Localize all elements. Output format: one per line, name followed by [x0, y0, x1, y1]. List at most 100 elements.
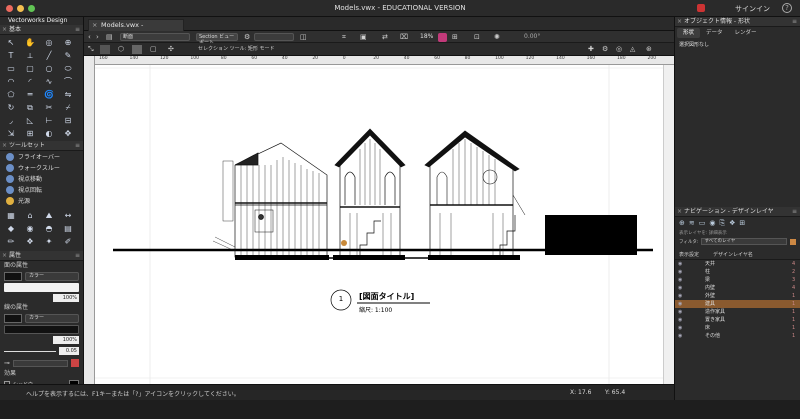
layer-row[interactable]: ◉ 天井 4: [675, 260, 800, 268]
snap-angle-icon[interactable]: ◬: [630, 45, 635, 54]
unified-view-icon[interactable]: ⊡: [474, 33, 480, 42]
vertical-scrollbar[interactable]: [663, 65, 674, 384]
saved-view-icon[interactable]: ◫: [300, 33, 307, 42]
trim-tool-icon[interactable]: ✂: [43, 102, 55, 113]
selection-tool-icon[interactable]: ↖: [5, 37, 17, 48]
lasso-mode-icon[interactable]: [132, 44, 142, 54]
toolset-detail-icon[interactable]: ✏: [5, 236, 17, 247]
toolset-item-flyover[interactable]: フライオーバー: [0, 151, 83, 162]
snap-tangent-icon[interactable]: ⊛: [646, 45, 652, 54]
eye-icon[interactable]: ◉: [675, 332, 687, 340]
layer-row[interactable]: ◉ 内壁 4: [675, 284, 800, 292]
sheets-icon[interactable]: ▭: [699, 219, 706, 227]
double-line-tool-icon[interactable]: ═: [24, 89, 36, 100]
toolset-site-icon[interactable]: ⛰: [43, 210, 55, 221]
oval-tool-icon[interactable]: ⬭: [62, 63, 74, 74]
pen-style-swatch[interactable]: [4, 313, 22, 323]
line-weight-value[interactable]: 0.05: [59, 347, 79, 355]
views-icon[interactable]: ◉: [709, 219, 715, 227]
rounded-rect-tool-icon[interactable]: ▢: [24, 63, 36, 74]
close-icon[interactable]: ×: [677, 207, 682, 217]
layer-row[interactable]: ◉ その他 1: [675, 332, 800, 340]
offset-tool-icon[interactable]: ⧉: [24, 102, 36, 113]
chamfer-tool-icon[interactable]: ◺: [24, 115, 36, 126]
polygon-mode-icon[interactable]: ⬡: [118, 45, 124, 54]
toolset-building-icon[interactable]: ⌂: [24, 210, 36, 221]
help-icon[interactable]: ?: [782, 3, 792, 13]
close-icon[interactable]: ×: [2, 25, 7, 35]
spiral-tool-icon[interactable]: 🌀: [43, 89, 55, 100]
layer-row[interactable]: ◉ 置き家具 1: [675, 316, 800, 324]
arrow-style-select[interactable]: [12, 359, 68, 367]
tab-render[interactable]: レンダー: [729, 28, 763, 38]
connect-tool-icon[interactable]: ⊢: [43, 115, 55, 126]
polyline-tool-icon[interactable]: ⌒: [62, 76, 74, 87]
toolset-dims-icon[interactable]: ↔: [62, 210, 74, 221]
layer-row[interactable]: ◉ 床 1: [675, 324, 800, 332]
reshape-tool-icon[interactable]: ⇲: [5, 128, 17, 139]
class-options-icon[interactable]: ⚙: [244, 33, 250, 42]
close-tab-icon[interactable]: ×: [92, 20, 97, 31]
class-select[interactable]: Section ビューポート: [196, 33, 238, 46]
toolset-3d-icon[interactable]: ◆: [5, 223, 17, 234]
layer-row[interactable]: ◉ 梁 3: [675, 276, 800, 284]
layer-row[interactable]: ◉ 建具 1: [675, 300, 800, 308]
eye-icon[interactable]: ◉: [675, 308, 687, 316]
palette-menu-icon[interactable]: ≡: [75, 141, 80, 151]
freehand-tool-icon[interactable]: ∿: [43, 76, 55, 87]
fillet-tool-icon[interactable]: ◞: [5, 115, 17, 126]
toolset-fabric-icon[interactable]: ❖: [24, 236, 36, 247]
rectangle-tool-icon[interactable]: ▭: [5, 63, 17, 74]
angle-field[interactable]: 0.00°: [524, 33, 540, 40]
line-tool-icon[interactable]: ╱: [43, 50, 55, 61]
eye-icon[interactable]: ◉: [675, 292, 687, 300]
palette-menu-icon[interactable]: ≡: [792, 207, 797, 217]
standard-view-icon[interactable]: ⇄: [382, 33, 388, 42]
mirror-tool-icon[interactable]: ⇋: [62, 89, 74, 100]
arrow-start-icon[interactable]: ⊸: [4, 359, 10, 367]
render-mode-icon[interactable]: ⌗: [342, 33, 346, 42]
forward-icon[interactable]: ›: [96, 33, 99, 42]
classes-icon[interactable]: ≋: [689, 219, 695, 227]
zoom-tool-icon[interactable]: ⊕: [62, 37, 74, 48]
back-icon[interactable]: ‹: [88, 33, 91, 42]
zoom-fit-icon[interactable]: [438, 32, 447, 42]
layer-row[interactable]: ◉ 外壁 1: [675, 292, 800, 300]
vertical-ruler[interactable]: [84, 56, 95, 384]
viewports-icon[interactable]: ⊞: [739, 219, 745, 227]
working-plane-icon[interactable]: ✺: [494, 33, 500, 42]
single-object-icon[interactable]: ▢: [150, 45, 157, 54]
filter-options-icon[interactable]: [790, 238, 796, 245]
zoom-options-icon[interactable]: ⊞: [452, 33, 458, 42]
lock-icon[interactable]: ⌧: [400, 33, 408, 42]
layer-select[interactable]: 断面: [120, 33, 190, 41]
references-icon[interactable]: ⎘: [719, 219, 725, 227]
eyedropper-tool-icon[interactable]: ✎: [62, 50, 74, 61]
toolset-item-rotate-view[interactable]: 視点回転: [0, 184, 83, 195]
eye-icon[interactable]: ◉: [675, 324, 687, 332]
filter-select[interactable]: すべてのレイヤ: [701, 238, 787, 245]
toolset-furniture-icon[interactable]: ▤: [62, 223, 74, 234]
eye-icon[interactable]: ◉: [675, 268, 687, 276]
circle-tool-icon[interactable]: ○: [43, 63, 55, 74]
drawing-canvas[interactable]: 1 [図面タイトル] 縮尺: 1:100: [95, 65, 674, 384]
close-icon[interactable]: ×: [2, 251, 7, 261]
transform-icon[interactable]: ✣: [168, 45, 174, 54]
fill-color-bar[interactable]: [4, 283, 79, 292]
eye-icon[interactable]: ◉: [675, 276, 687, 284]
close-icon[interactable]: ×: [2, 141, 7, 151]
view-select[interactable]: [254, 33, 294, 41]
toolset-item-translate-view[interactable]: 視点移動: [0, 173, 83, 184]
attribute-mapping-icon[interactable]: ⊞: [24, 128, 36, 139]
fill-style-swatch[interactable]: [4, 271, 22, 281]
selection-mode-icon[interactable]: ⤡: [88, 45, 94, 54]
palette-menu-icon[interactable]: ≡: [75, 25, 80, 35]
snap-settings-icon[interactable]: ✚: [588, 45, 594, 54]
toolset-item-walkthrough[interactable]: ウォークスルー: [0, 162, 83, 173]
fill-opacity[interactable]: 100%: [53, 294, 79, 302]
dimension-tool-icon[interactable]: ⟂: [24, 50, 36, 61]
eye-icon[interactable]: ◉: [675, 316, 687, 324]
eye-icon[interactable]: ◉: [675, 300, 687, 308]
zoom-level[interactable]: 18%: [420, 33, 433, 40]
rotate-tool-icon[interactable]: ↻: [5, 102, 17, 113]
